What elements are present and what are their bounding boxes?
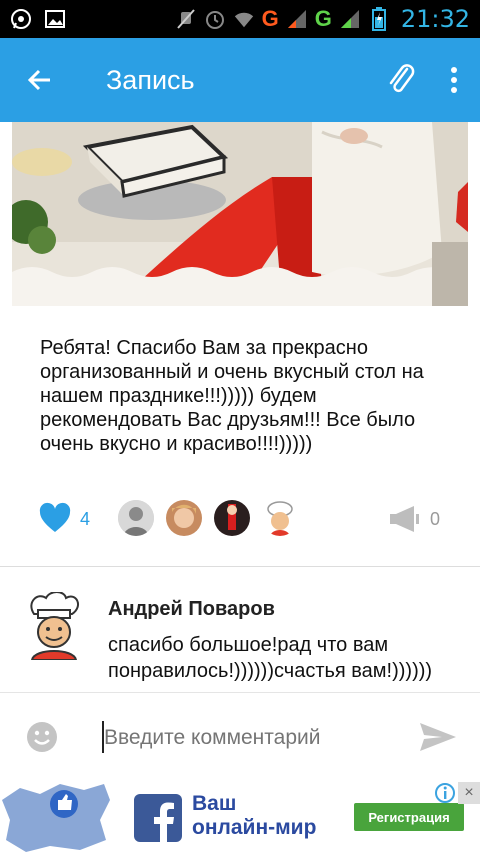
wifi-icon <box>233 8 255 30</box>
comment-text: спасибо большое!рад что вам понравилось!… <box>108 634 433 682</box>
back-arrow-icon <box>27 69 50 91</box>
liker-avatar[interactable] <box>262 500 298 536</box>
post-actions: 4 0 <box>0 492 480 548</box>
shares-count: 0 <box>430 509 441 529</box>
battery-icon <box>368 7 390 31</box>
likes-count: 4 <box>80 509 91 529</box>
send-icon[interactable] <box>418 721 458 753</box>
attach-button[interactable] <box>376 38 428 122</box>
ad-title-line2: онлайн-мир <box>192 816 317 839</box>
page-title: Запись <box>106 64 195 95</box>
mute-icon <box>175 8 197 30</box>
comment-input-bar <box>0 692 480 780</box>
clock: 21:32 <box>400 5 470 33</box>
network-type-left: G <box>261 6 279 31</box>
ad-register-button[interactable]: Регистрация <box>354 803 464 831</box>
heart-icon[interactable] <box>38 502 72 536</box>
megaphone-icon[interactable] <box>388 504 420 534</box>
paperclip-icon <box>389 64 415 93</box>
ad-title-line1: Ваш <box>192 792 237 815</box>
more-vertical-icon <box>451 67 457 93</box>
liker-avatar[interactable] <box>118 500 154 536</box>
post-content: Ребята! Спасибо Вам за прекрасно организ… <box>0 122 480 692</box>
facebook-logo <box>134 794 182 842</box>
liker-avatar[interactable] <box>166 500 202 536</box>
ad-title: Ваш онлайн-мир <box>192 792 316 840</box>
liker-avatar[interactable] <box>214 500 250 536</box>
comment-input[interactable] <box>104 723 394 753</box>
ad-close-button[interactable]: × <box>458 782 480 804</box>
post-photo[interactable] <box>12 122 468 306</box>
overflow-menu-button[interactable] <box>428 38 480 122</box>
ad-banner[interactable]: Ваш онлайн-мир Регистрация × <box>0 780 480 854</box>
gallery-icon <box>44 8 66 30</box>
signal-icon <box>286 8 308 30</box>
alarm-icon <box>204 8 226 30</box>
comment-author-name[interactable]: Андрей Поваров <box>108 598 275 621</box>
back-button[interactable] <box>0 38 80 122</box>
signal-icon <box>339 8 361 30</box>
status-bar: G G 21:32 <box>0 0 480 38</box>
post-text: Ребята! Спасибо Вам за прекрасно организ… <box>40 337 424 455</box>
info-icon[interactable] <box>434 782 456 804</box>
network-type-right: G <box>314 6 332 31</box>
comment-item: Андрей Поваров спасибо большое!рад что в… <box>0 584 480 692</box>
divider <box>0 566 480 567</box>
comment-author-avatar[interactable] <box>24 591 84 661</box>
app-bar: Запись <box>0 38 480 122</box>
whatsapp-icon <box>10 8 32 30</box>
emoji-icon[interactable] <box>26 721 58 753</box>
russia-map-icon <box>2 784 110 852</box>
